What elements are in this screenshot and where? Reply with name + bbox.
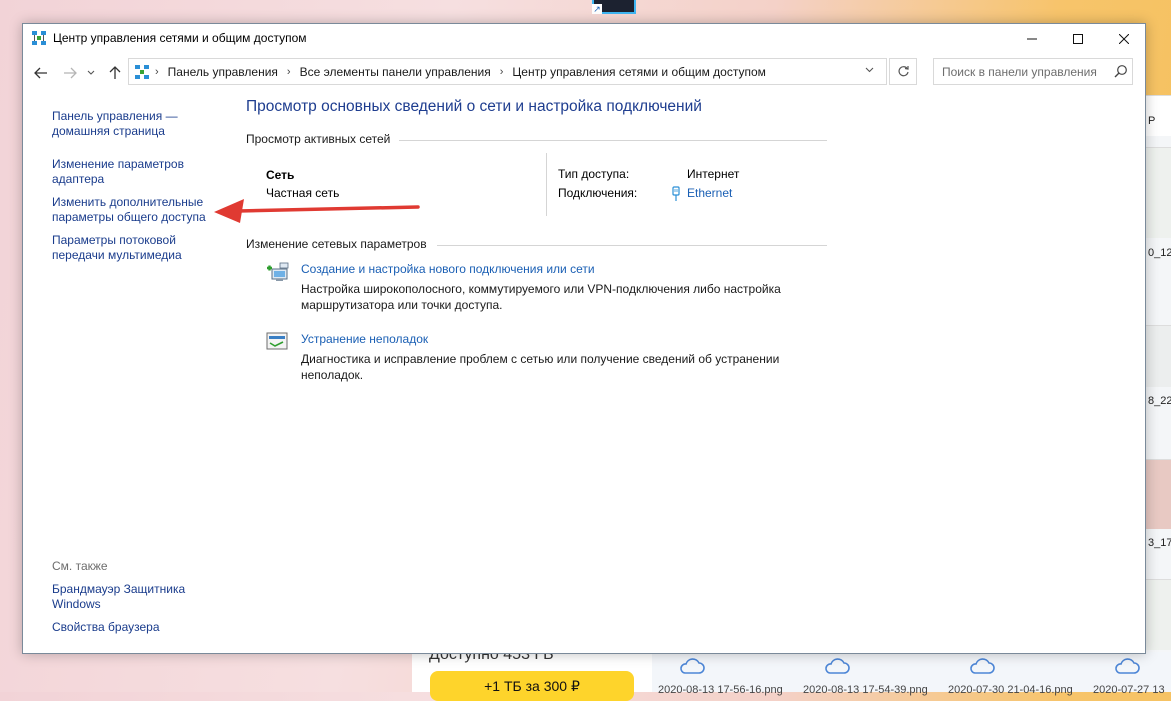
minimize-icon xyxy=(1027,38,1037,40)
media-streaming-link[interactable]: Параметры потоковой передачи мультимедиа xyxy=(52,233,192,263)
breadcrumb-network-center[interactable]: Центр управления сетями и общим доступом xyxy=(512,65,766,79)
ethernet-icon xyxy=(672,186,680,201)
refresh-button[interactable] xyxy=(889,58,917,85)
file-label: 3_17 xyxy=(1148,537,1171,549)
see-also-label: См. также xyxy=(52,559,108,573)
page-title: Просмотр основных сведений о сети и наст… xyxy=(246,98,702,115)
description-line: маршрутизатора или точки доступа. xyxy=(301,298,503,312)
buy-storage-button[interactable]: +1 ТБ за 300 ₽ xyxy=(430,671,634,701)
search-icon[interactable] xyxy=(1114,64,1128,78)
breadcrumb-control-panel[interactable]: Панель управления xyxy=(168,65,278,79)
address-dropdown-button[interactable] xyxy=(865,64,874,76)
network-center-icon xyxy=(135,65,149,79)
divider xyxy=(437,245,827,246)
new-connection-link[interactable]: Создание и настройка нового подключения … xyxy=(301,262,595,276)
cloud-icon xyxy=(1115,658,1140,674)
ethernet-link[interactable]: Ethernet xyxy=(687,186,732,200)
access-type-label: Тип доступа: xyxy=(558,167,630,181)
cloud-icon xyxy=(680,658,705,674)
background-cloud-app: Доступно 453 ГБ +1 ТБ за 300 ₽ 2020-08-1… xyxy=(412,646,1171,701)
file-label: Р xyxy=(1148,115,1156,127)
network-center-icon xyxy=(32,31,46,45)
chevron-right-icon[interactable]: › xyxy=(500,66,504,78)
storage-panel: Доступно 453 ГБ +1 ТБ за 300 ₽ xyxy=(412,646,652,701)
back-arrow-icon xyxy=(34,67,47,79)
change-settings-heading: Изменение сетевых параметров xyxy=(246,237,427,251)
file-name: 2020-08-13 17-56-16.png xyxy=(658,684,783,696)
navigation-bar: › Панель управления › Все элементы панел… xyxy=(23,58,1145,88)
file-label: 0_12 xyxy=(1148,247,1171,259)
description-line: Настройка широкополосного, коммутируемог… xyxy=(301,282,781,296)
file-name: 2020-07-30 21-04-16.png xyxy=(948,684,1073,696)
network-center-window: Центр управления сетями и общим доступом… xyxy=(22,23,1146,654)
control-panel-home-link[interactable]: Панель управления — домашняя страница xyxy=(52,109,202,139)
shortcut-arrow-icon: ↗ xyxy=(592,4,602,14)
back-button[interactable] xyxy=(30,62,52,84)
background-explorer-fragment: Р 0_12 8_22 3_17 xyxy=(1145,95,1171,655)
divider xyxy=(546,153,547,216)
search-input[interactable] xyxy=(934,59,1120,84)
new-connection-icon xyxy=(267,262,289,281)
chevron-down-icon xyxy=(865,67,874,73)
chevron-right-icon[interactable]: › xyxy=(287,66,291,78)
divider xyxy=(399,140,827,141)
address-bar[interactable]: › Панель управления › Все элементы панел… xyxy=(128,58,887,85)
maximize-button[interactable] xyxy=(1055,24,1101,54)
forward-arrow-icon xyxy=(64,67,77,79)
description-line: Диагностика и исправление проблем с сеть… xyxy=(301,352,780,366)
troubleshoot-link[interactable]: Устранение неполадок xyxy=(301,332,428,346)
file-thumb xyxy=(1145,325,1171,388)
refresh-icon xyxy=(897,66,909,77)
chevron-down-icon xyxy=(87,70,95,75)
chevron-right-icon[interactable]: › xyxy=(155,66,159,78)
browser-properties-link[interactable]: Свойства браузера xyxy=(52,620,202,635)
breadcrumb: › Панель управления › Все элементы панел… xyxy=(155,59,766,84)
close-button[interactable] xyxy=(1101,24,1147,54)
minimize-button[interactable] xyxy=(1009,24,1055,54)
cloud-icon xyxy=(970,658,995,674)
file-thumb xyxy=(1145,147,1171,238)
cloud-icon xyxy=(825,658,850,674)
recent-locations-button[interactable] xyxy=(85,62,97,84)
troubleshoot-description: Диагностика и исправление проблем с сеть… xyxy=(301,351,821,383)
description-line: неполадок. xyxy=(301,368,364,382)
adapter-settings-link[interactable]: Изменение параметров адаптера xyxy=(52,157,202,187)
troubleshoot-icon xyxy=(266,332,288,350)
search-box[interactable] xyxy=(933,58,1133,85)
new-connection-description: Настройка широкополосного, коммутируемог… xyxy=(301,281,821,313)
connections-label: Подключения: xyxy=(558,186,638,200)
file-label: 8_22 xyxy=(1148,395,1171,407)
title-bar[interactable]: Центр управления сетями и общим доступом xyxy=(23,24,1145,54)
file-name: 2020-08-13 17-54-39.png xyxy=(803,684,928,696)
advanced-sharing-link[interactable]: Изменить дополнительные параметры общего… xyxy=(52,195,212,225)
breadcrumb-all-items[interactable]: Все элементы панели управления xyxy=(300,65,491,79)
access-type-value: Интернет xyxy=(687,167,740,181)
file-label-row: 3_17 xyxy=(1145,529,1171,553)
close-icon xyxy=(1119,34,1129,44)
file-label-row: 0_12 xyxy=(1145,239,1171,265)
active-networks-heading: Просмотр активных сетей xyxy=(246,132,391,146)
maximize-icon xyxy=(1073,34,1083,44)
up-arrow-icon xyxy=(109,66,121,79)
file-thumb xyxy=(1145,459,1171,530)
file-name: 2020-07-27 13 xyxy=(1093,684,1165,696)
file-label-row: 8_22 xyxy=(1145,387,1171,413)
file-thumb: Р xyxy=(1145,95,1171,136)
network-type-link[interactable]: Частная сеть xyxy=(266,186,339,200)
up-button[interactable] xyxy=(104,62,126,84)
firewall-link[interactable]: Брандмауэр Защитника Windows xyxy=(52,582,192,612)
forward-button[interactable] xyxy=(59,62,81,84)
window-title: Центр управления сетями и общим доступом xyxy=(53,31,307,45)
network-name: Сеть xyxy=(266,168,295,182)
file-thumb xyxy=(1145,579,1171,650)
